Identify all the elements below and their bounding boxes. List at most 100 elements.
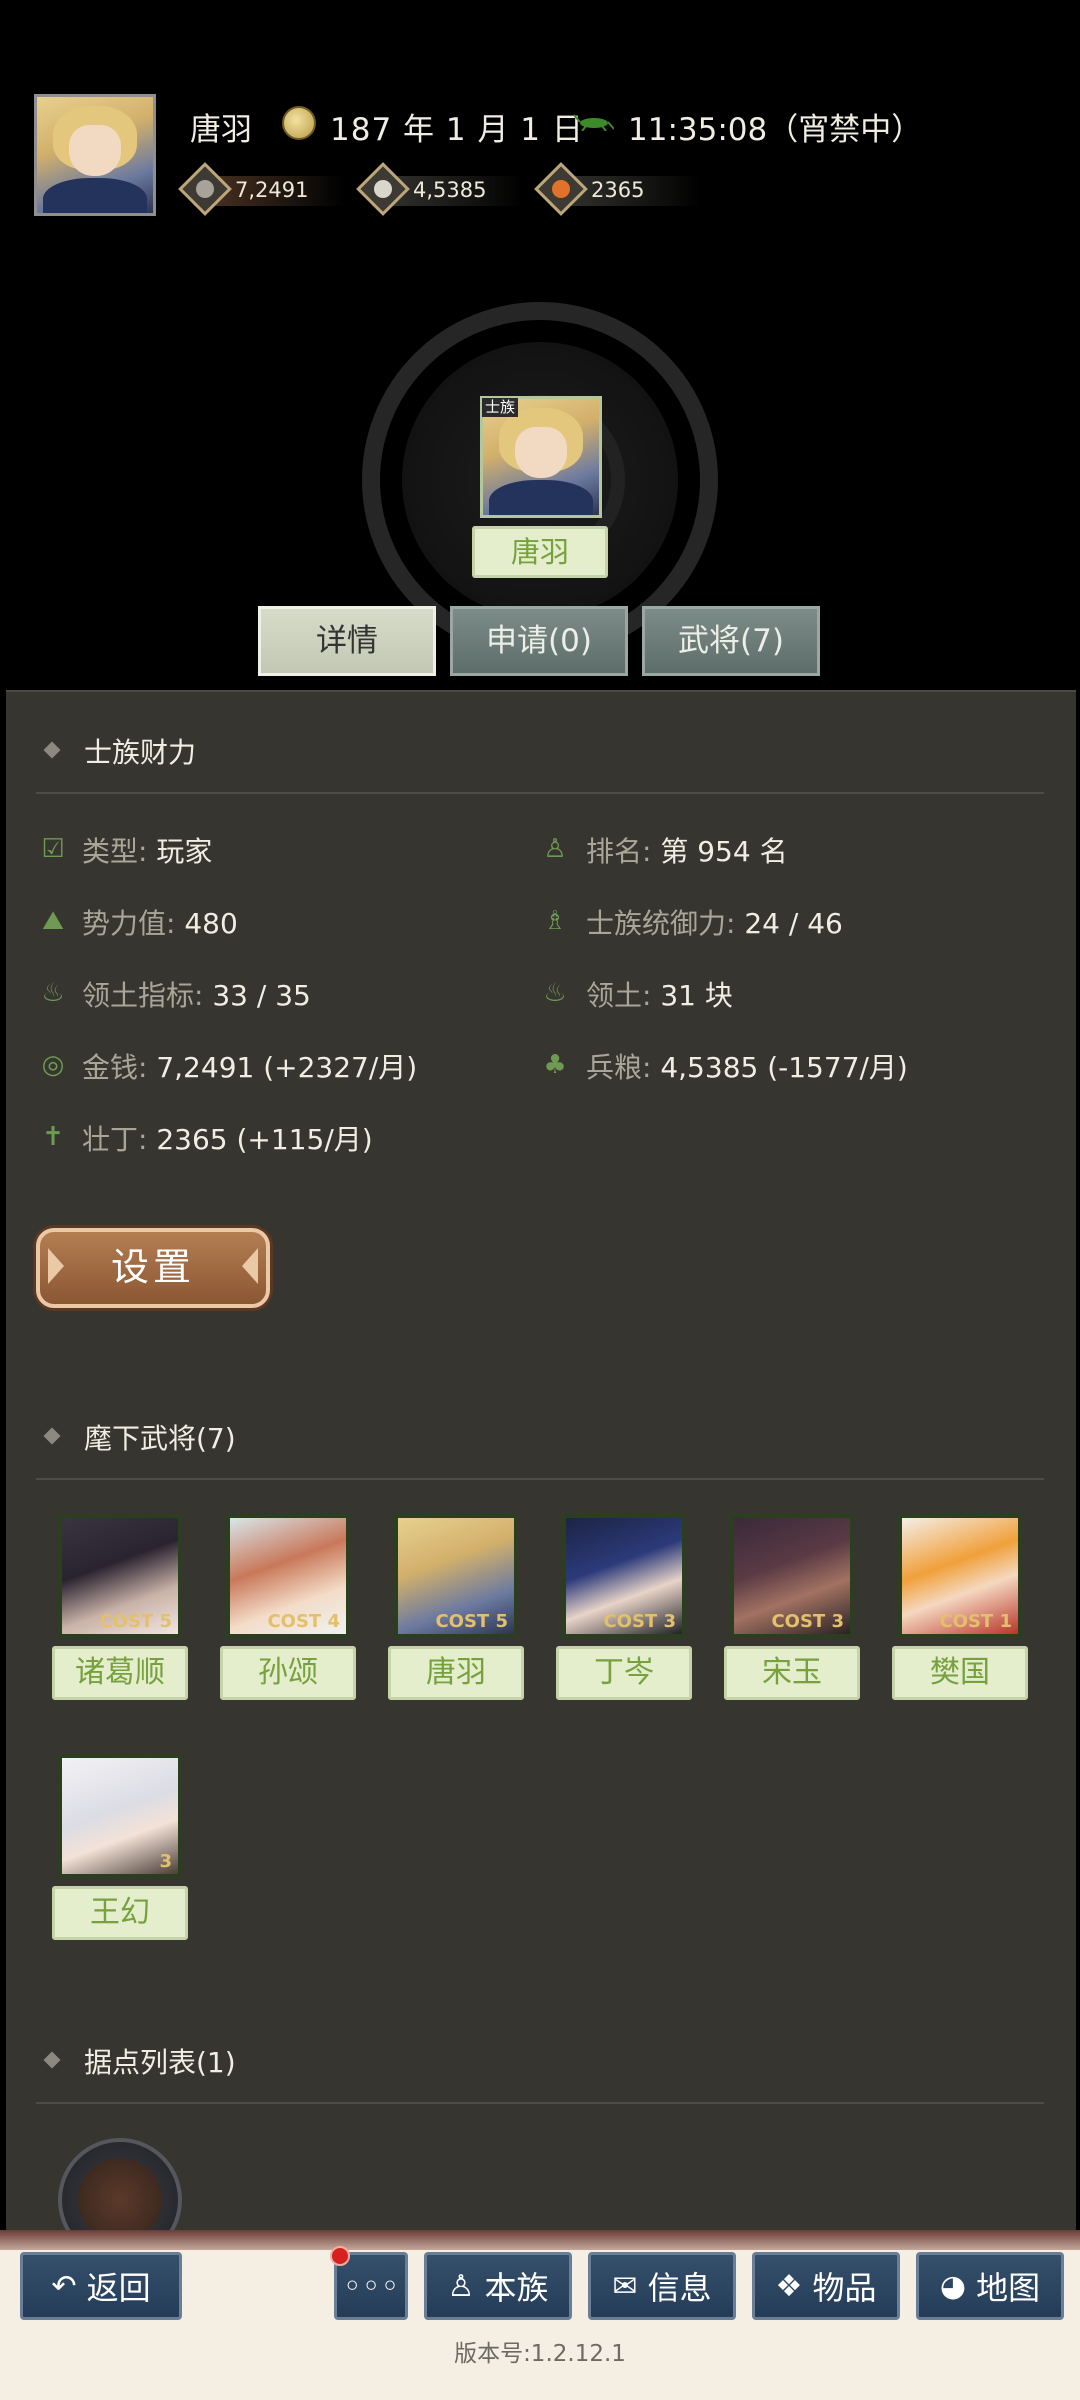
bottom-bar-edge	[0, 2230, 1080, 2250]
settings-button-label: 设置	[110, 1245, 195, 1289]
stat-rank: 排名: 第 954 名	[586, 830, 788, 870]
stat-territory-label: 领土:	[586, 979, 652, 1012]
stat-territory-value: 31 块	[660, 979, 733, 1012]
general-name[interactable]: 诸葛顺	[52, 1646, 188, 1700]
chat-icon: ✉	[612, 2268, 638, 2304]
back-button-label: 返回	[86, 2269, 151, 2307]
stat-command-label: 士族统御力:	[586, 907, 736, 940]
globe-icon: ◕	[939, 2268, 967, 2304]
tab-applications[interactable]: 申请(0)	[450, 606, 628, 676]
general-card[interactable]: COST 3	[562, 1514, 686, 1638]
stat-command: 士族统御力: 24 / 46	[586, 902, 843, 942]
resource-grain[interactable]: 4,5385	[356, 162, 528, 218]
general-cost: COST 5	[99, 1611, 172, 1632]
game-date: 187 年 1 月 1 日	[330, 112, 584, 148]
stat-power-value: 480	[184, 907, 238, 940]
arrow-right-icon	[242, 1248, 258, 1284]
stat-money-value: 7,2491 (+2327/月)	[156, 1051, 418, 1084]
general-card[interactable]: COST 3	[730, 1514, 854, 1638]
stat-command-value: 24 / 46	[744, 907, 843, 940]
clan-button[interactable]: ♙ 本族	[424, 2252, 572, 2320]
stat-territory-target-value: 33 / 35	[212, 979, 311, 1012]
general-cost: COST 5	[435, 1611, 508, 1632]
clan-name: 唐羽	[472, 526, 608, 578]
stat-type-value: 玩家	[156, 835, 213, 868]
calendar-seal-icon	[282, 106, 316, 140]
tab-details[interactable]: 详情	[258, 606, 436, 676]
general-name[interactable]: 王幻	[52, 1886, 188, 1940]
stat-power-label: 势力值:	[82, 907, 176, 940]
items-button[interactable]: ❖ 物品	[752, 2252, 900, 2320]
game-time: 11:35:08（宵禁中）	[628, 112, 923, 148]
map-button[interactable]: ◕ 地图	[916, 2252, 1064, 2320]
general-cost: COST 3	[603, 1611, 676, 1632]
stat-manpower: 壮丁: 2365 (+115/月)	[82, 1118, 373, 1158]
info-button[interactable]: ✉ 信息	[588, 2252, 736, 2320]
population-icon	[534, 162, 588, 216]
more-button-label: ◦◦◦	[342, 2267, 400, 2305]
scroll-icon: ❖	[775, 2268, 803, 2304]
back-button[interactable]: ↶ 返回	[20, 2252, 182, 2320]
stat-money-label: 金钱:	[82, 1051, 148, 1084]
general-card[interactable]: 3	[58, 1754, 182, 1878]
general-cost: COST 3	[771, 1611, 844, 1632]
clan-button-label: 本族	[484, 2269, 549, 2307]
clan-tag: 士族	[482, 398, 519, 417]
player-avatar[interactable]	[34, 94, 156, 216]
stat-grain-value: 4,5385 (-1577/月)	[660, 1051, 908, 1084]
resource-grain-value: 4,5385	[413, 178, 487, 202]
wealth-section-title: 士族财力	[84, 736, 197, 769]
stat-grain: 兵粮: 4,5385 (-1577/月)	[586, 1046, 908, 1086]
command-icon: ♗	[543, 906, 567, 936]
stat-type: 类型: 玩家	[82, 830, 212, 870]
manpower-icon: ✝	[42, 1122, 64, 1152]
divider	[36, 1478, 1044, 1480]
rank-icon: ♙	[543, 834, 567, 864]
stat-manpower-value: 2365 (+115/月)	[156, 1123, 373, 1156]
items-button-label: 物品	[812, 2269, 877, 2307]
settings-button[interactable]: 设置	[36, 1228, 270, 1308]
general-name[interactable]: 孙颂	[220, 1646, 356, 1700]
general-card[interactable]: COST 5	[58, 1514, 182, 1638]
grain-icon	[356, 162, 410, 216]
general-card[interactable]: COST 5	[394, 1514, 518, 1638]
undo-icon: ↶	[51, 2268, 77, 2304]
general-name[interactable]: 丁岑	[556, 1646, 692, 1700]
stat-manpower-label: 壮丁:	[82, 1123, 148, 1156]
stat-territory: 领土: 31 块	[586, 974, 733, 1014]
calendar-icon: ☑	[41, 834, 65, 864]
map-button-label: 地图	[976, 2269, 1041, 2307]
general-card[interactable]: COST 4	[226, 1514, 350, 1638]
general-card[interactable]: COST 1	[898, 1514, 1022, 1638]
stat-power: 势力值: 480	[82, 902, 238, 942]
stat-rank-label: 排名:	[586, 835, 652, 868]
stat-type-label: 类型:	[82, 835, 148, 868]
general-name[interactable]: 宋玉	[724, 1646, 860, 1700]
resource-money-value: 7,2491	[235, 178, 309, 202]
notification-dot	[330, 2246, 350, 2266]
general-cost: 3	[159, 1851, 172, 1872]
divider	[36, 2102, 1044, 2104]
stat-money: 金钱: 7,2491 (+2327/月)	[82, 1046, 417, 1086]
cricket-icon	[574, 114, 614, 131]
general-name[interactable]: 樊国	[892, 1646, 1028, 1700]
general-name[interactable]: 唐羽	[388, 1646, 524, 1700]
player-name: 唐羽	[190, 112, 252, 148]
resource-population[interactable]: 2365	[534, 162, 706, 218]
grain-stat-icon: ♣	[543, 1050, 567, 1080]
stat-grain-label: 兵粮:	[586, 1051, 652, 1084]
arrow-left-icon	[48, 1248, 64, 1284]
money-icon: ◎	[41, 1050, 65, 1080]
tab-generals[interactable]: 武将(7)	[642, 606, 820, 676]
version-label: 版本号:1.2.12.1	[454, 2341, 626, 2367]
territory-target-icon: ♨	[41, 978, 65, 1008]
stat-territory-target-label: 领土指标:	[82, 979, 204, 1012]
strongholds-section-title: 据点列表(1)	[84, 2046, 236, 2079]
general-cost: COST 4	[267, 1611, 340, 1632]
generals-section-title: 麾下武将(7)	[84, 1422, 236, 1455]
power-icon: ⛰	[42, 906, 64, 936]
stat-rank-value: 第 954 名	[660, 835, 788, 868]
resource-money[interactable]: 7,2491	[178, 162, 350, 218]
coin-icon	[178, 162, 232, 216]
resource-population-value: 2365	[591, 178, 645, 202]
